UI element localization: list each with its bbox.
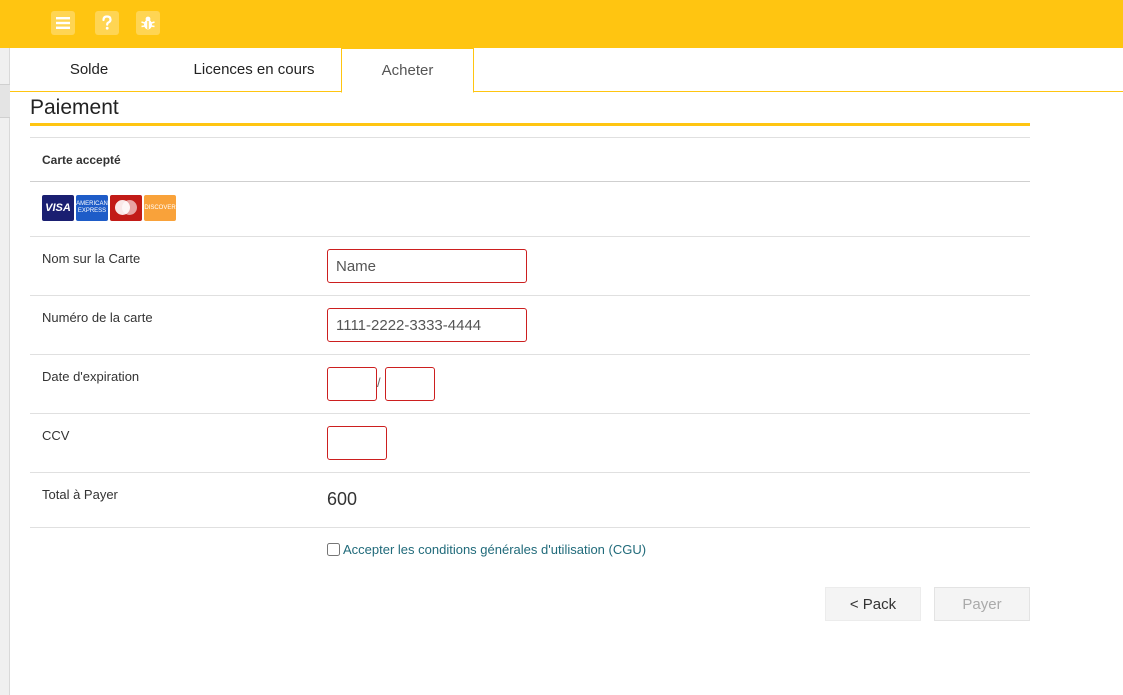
bug-report-button[interactable]	[136, 11, 160, 35]
cgu-label[interactable]: Accepter les conditions générales d'util…	[343, 542, 646, 557]
ccv-label: CCV	[42, 428, 70, 443]
top-toolbar	[0, 0, 1123, 48]
accepted-cards-label: Carte accepté	[42, 153, 121, 167]
divider	[30, 354, 1030, 355]
divider	[30, 472, 1030, 473]
menu-icon	[56, 17, 70, 29]
accepted-cards-logos: VISA AMERICAN EXPRESS DISCOVER	[42, 195, 176, 221]
ccv-input[interactable]	[327, 426, 387, 460]
visa-logo-icon: VISA	[42, 195, 74, 221]
left-sidebar-strip	[0, 48, 10, 695]
bug-icon	[141, 16, 155, 30]
cgu-checkbox[interactable]	[327, 543, 340, 556]
tab-licences-en-cours[interactable]: Licences en cours	[168, 48, 340, 92]
left-strip-marker	[0, 84, 10, 118]
mastercard-logo-icon	[110, 195, 142, 221]
help-icon	[102, 15, 112, 30]
tab-solde[interactable]: Solde	[10, 48, 168, 92]
expiry-date-label: Date d'expiration	[42, 369, 140, 384]
card-name-label: Nom sur la Carte	[42, 251, 141, 266]
card-number-label: Numéro de la carte	[42, 310, 153, 325]
cgu-acceptance[interactable]: Accepter les conditions générales d'util…	[327, 542, 646, 557]
expiry-month-input[interactable]	[327, 367, 377, 401]
back-to-pack-button[interactable]: < Pack	[825, 587, 921, 621]
total-amount: 600	[327, 489, 358, 509]
divider	[30, 137, 1030, 138]
tab-acheter[interactable]: Acheter	[341, 48, 474, 93]
divider	[30, 413, 1030, 414]
menu-button[interactable]	[51, 11, 75, 35]
discover-logo-icon: DISCOVER	[144, 195, 176, 221]
card-name-input[interactable]	[327, 249, 527, 283]
divider	[30, 527, 1030, 528]
card-number-input[interactable]	[327, 308, 527, 342]
total-label: Total à Payer	[42, 487, 118, 502]
expiry-year-input[interactable]	[385, 367, 435, 401]
divider	[30, 295, 1030, 296]
amex-logo-icon: AMERICAN EXPRESS	[76, 195, 108, 221]
tab-bar: Solde Licences en cours Acheter	[10, 48, 1123, 93]
divider	[30, 236, 1030, 237]
page-title: Paiement	[30, 96, 119, 119]
divider	[30, 181, 1030, 182]
pay-button[interactable]: Payer	[934, 587, 1030, 621]
expiry-separator: /	[377, 375, 381, 390]
title-underline	[30, 123, 1030, 126]
help-button[interactable]	[95, 11, 119, 35]
